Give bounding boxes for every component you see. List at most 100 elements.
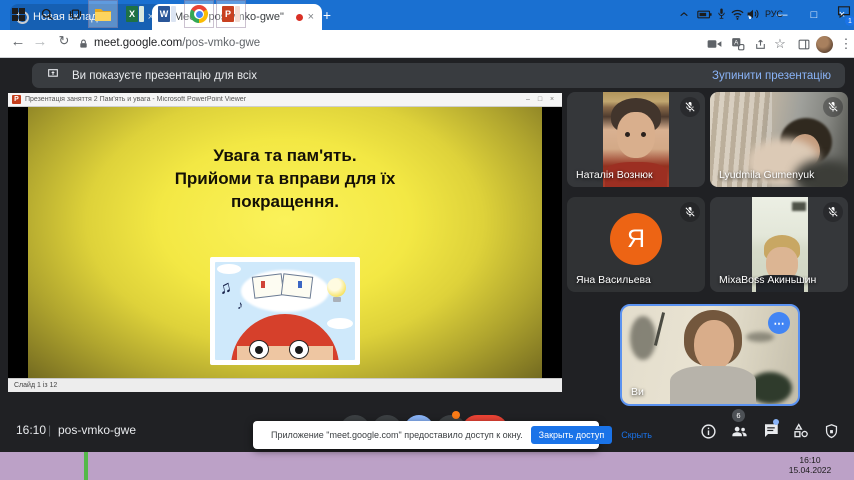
participant-tile[interactable]: MixaBoss Акиньшин — [710, 197, 848, 292]
book-mark-shape — [298, 281, 302, 288]
chrome-button[interactable] — [184, 0, 214, 28]
tray-chevron-button[interactable] — [674, 0, 694, 28]
ppt-close-button: × — [546, 96, 558, 103]
bulb-base-shape — [333, 297, 341, 302]
ppt-minimize-button: – — [522, 96, 534, 103]
participant-tile[interactable]: Lyudmila Gumenyuk — [710, 92, 848, 187]
task-view-icon — [68, 7, 83, 21]
folder-icon — [94, 7, 112, 22]
avatar: Я — [610, 213, 662, 265]
volume-tray-icon[interactable] — [744, 0, 762, 28]
task-view-button[interactable] — [62, 0, 88, 28]
browser-menu-kebab-icon[interactable]: ⋮ — [836, 34, 854, 54]
screen: Новая вкладка × Meet: "pos-vmko-gwe" × +… — [0, 0, 854, 480]
search-icon — [40, 7, 55, 22]
battery-tray-icon[interactable] — [694, 0, 714, 28]
book-mark-shape — [261, 281, 265, 288]
mic-off-icon — [823, 97, 843, 117]
slide-counter: Слайд 1 із 12 — [14, 382, 57, 389]
cloud-shape — [217, 264, 241, 274]
clock-time: 16:10 — [788, 455, 832, 465]
video-shape — [630, 316, 656, 360]
powerpoint-statusbar: Слайд 1 із 12 — [8, 378, 562, 392]
clock-date: 15.04.2022 — [788, 465, 832, 475]
action-center-button[interactable]: 1 — [834, 0, 854, 28]
language-indicator[interactable]: РУС — [762, 0, 786, 28]
translate-icon[interactable]: A — [728, 34, 748, 54]
pupil-shape — [255, 346, 263, 354]
video-shape — [792, 202, 806, 211]
tab-camera-in-use-icon[interactable] — [704, 34, 724, 54]
mic-off-icon — [680, 202, 700, 222]
excel-icon: X — [126, 6, 144, 22]
window-maximize-button[interactable]: □ — [800, 0, 828, 30]
participants-button[interactable] — [729, 421, 749, 441]
start-button[interactable] — [4, 0, 32, 28]
meeting-time: 16:10 — [16, 423, 46, 437]
meeting-code: pos-vmko-gwe — [58, 423, 136, 437]
recording-indicator-icon — [296, 14, 303, 21]
notification-dot-icon — [452, 411, 460, 419]
mic-off-icon — [823, 202, 843, 222]
participant-count: 6 — [736, 411, 740, 420]
url-path: /pos-vmko-gwe — [182, 37, 260, 49]
chrome-icon — [190, 5, 208, 23]
hide-link[interactable]: Скрыть — [621, 430, 652, 440]
taskbar-search-button[interactable] — [34, 0, 60, 28]
participant-name: Наталія Вознюк — [576, 169, 653, 181]
video-shape — [654, 312, 665, 346]
powerpoint-button[interactable]: P — [216, 0, 246, 28]
divider: | — [48, 423, 51, 437]
participant-tile[interactable]: Я Яна Васильева — [567, 197, 705, 292]
excel-button[interactable]: X — [120, 0, 150, 28]
music-note-icon: ♪ — [237, 298, 243, 312]
video-shape — [746, 332, 774, 342]
close-access-button[interactable]: Закрыть доступ — [531, 426, 613, 444]
activities-button[interactable] — [791, 421, 811, 441]
present-icon — [46, 67, 60, 85]
powerpoint-app-icon: P — [12, 95, 21, 104]
back-button[interactable]: ← — [8, 33, 28, 50]
side-panel-icon[interactable] — [794, 34, 814, 54]
host-controls-button[interactable] — [821, 421, 841, 441]
lock-icon — [78, 37, 89, 55]
notification-count-badge: 1 — [845, 16, 854, 26]
participant-tile[interactable]: Наталія Вознюк — [567, 92, 705, 187]
slide: Увага та пам'ять. Прийоми та вправи для … — [28, 107, 542, 378]
ppt-maximize-button: □ — [534, 96, 546, 103]
open-book-shape — [252, 273, 284, 298]
self-label: Ви — [631, 386, 644, 398]
share-icon[interactable] — [750, 34, 770, 54]
light-bulb-shape — [327, 278, 346, 297]
windows-taskbar — [0, 452, 854, 480]
word-button[interactable]: W — [152, 0, 182, 28]
illustration-sky: ♫ ♪ — [215, 262, 355, 360]
video-shape — [625, 132, 630, 137]
shared-presentation-window: P Презентація заняття 2 Пам'ять и увага … — [8, 93, 562, 392]
bookmark-star-icon[interactable]: ☆ — [770, 34, 790, 54]
self-view-tile[interactable]: ⋯ Ви — [620, 304, 800, 406]
green-indicator-bar — [84, 452, 88, 480]
pupil-shape — [295, 346, 303, 354]
open-book-shape — [281, 273, 313, 298]
cloud-shape — [327, 318, 353, 329]
chevron-up-icon — [679, 10, 689, 18]
avatar — [816, 36, 833, 53]
taskbar-clock[interactable]: 16:10 15.04.2022 — [788, 455, 832, 475]
stop-presentation-button[interactable]: Зупинити презентацію — [712, 70, 831, 82]
reload-button[interactable]: ↻ — [54, 33, 74, 49]
address-bar[interactable]: meet.google.com/pos-vmko-gwe — [94, 37, 260, 49]
self-tile-menu-button[interactable]: ⋯ — [768, 312, 790, 334]
slide-title-line2: Прийоми та вправи для їх покращення. — [130, 168, 440, 214]
powerpoint-icon: P — [222, 6, 240, 22]
avatar-letter: Я — [627, 225, 645, 254]
file-explorer-button[interactable] — [88, 0, 118, 28]
participant-count-badge: 6 — [732, 409, 745, 422]
participant-name: Яна Васильева — [576, 274, 651, 286]
meeting-info-button[interactable] — [698, 421, 718, 441]
new-tab-button[interactable]: + — [318, 7, 336, 23]
tab-close-icon[interactable]: × — [306, 11, 316, 23]
forward-button[interactable]: → — [30, 33, 50, 50]
video-shape — [617, 112, 655, 158]
profile-avatar[interactable] — [814, 34, 834, 54]
